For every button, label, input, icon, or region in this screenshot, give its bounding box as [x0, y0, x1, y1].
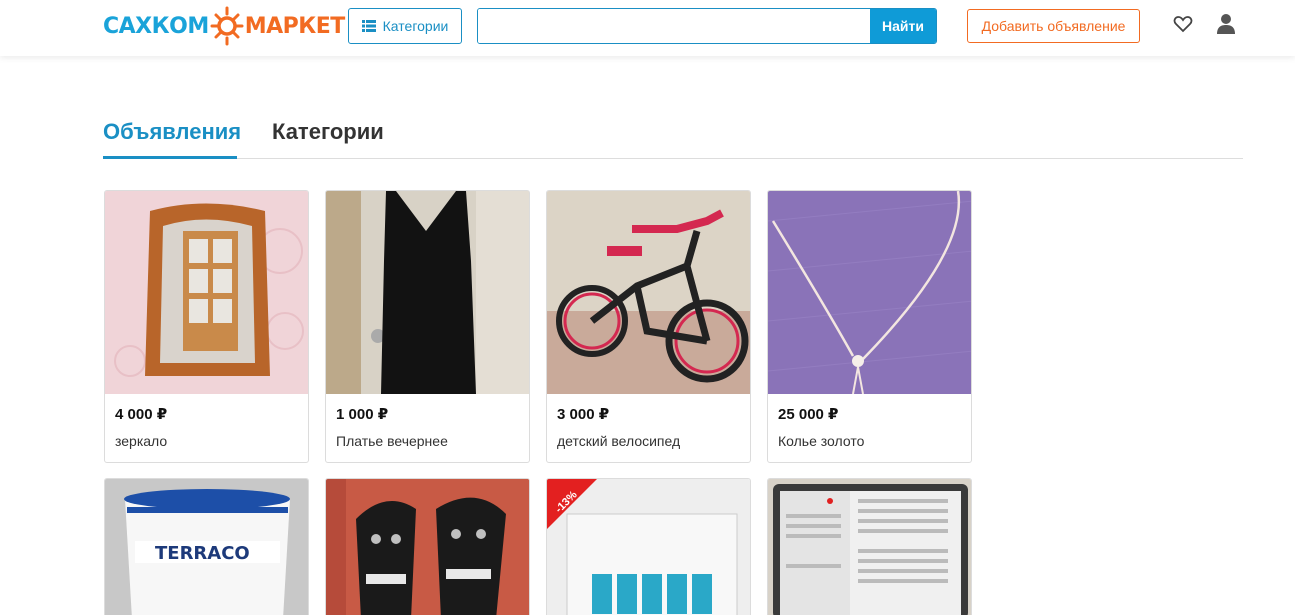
categories-button-label: Категории	[382, 18, 449, 34]
listing-card[interactable]: 1 000 ₽ Платье вечернее	[325, 190, 530, 463]
listing-image-container: -13%	[547, 479, 750, 615]
listing-image-mirror	[105, 191, 308, 394]
logo-text-left: САХКОМ	[103, 13, 209, 39]
content-tabs: Объявления Категории	[103, 112, 1243, 159]
listing-price: 4 000 ₽	[115, 406, 168, 423]
listing-title: Платье вечернее	[336, 433, 448, 449]
search-bar: Найти	[477, 8, 937, 44]
listing-image-dress	[326, 191, 529, 394]
listing-card[interactable]	[325, 478, 530, 615]
search-button[interactable]: Найти	[870, 9, 936, 43]
listing-title: Колье золото	[778, 433, 865, 449]
listing-card[interactable]: 4 000 ₽ зеркало	[104, 190, 309, 463]
site-logo[interactable]: САХКОМ МАРКЕТ	[103, 6, 345, 46]
listing-title: детский велосипед	[557, 433, 681, 449]
logo-sun-icon	[210, 6, 244, 46]
user-icon[interactable]	[1216, 13, 1236, 35]
listing-card[interactable]: 3 000 ₽ детский велосипед	[546, 190, 751, 463]
add-listing-button[interactable]: Добавить объявление	[967, 9, 1140, 43]
list-icon	[361, 20, 376, 32]
listing-image-sandals	[326, 479, 529, 615]
listing-image-bicycle	[547, 191, 750, 394]
listing-image-paint-bucket: TERRACO	[105, 479, 308, 615]
logo-text-right: МАРКЕТ	[244, 13, 346, 39]
listing-price: 3 000 ₽	[557, 406, 610, 423]
heart-icon[interactable]	[1173, 14, 1193, 34]
listing-card[interactable]: TERRACO	[104, 478, 309, 615]
listing-image-necklace	[768, 191, 971, 394]
listing-price: 1 000 ₽	[336, 406, 389, 423]
site-header: САХКОМ МАРКЕТ Категории Найти Добавить о…	[0, 0, 1295, 56]
listing-card[interactable]	[767, 478, 972, 615]
tab-categories[interactable]: Категории	[272, 112, 384, 159]
categories-button[interactable]: Категории	[348, 8, 462, 44]
tab-listings[interactable]: Объявления	[103, 112, 241, 159]
search-input[interactable]	[478, 9, 870, 43]
listing-image-tablet	[768, 479, 971, 615]
listing-price: 25 000 ₽	[778, 406, 839, 423]
listing-card[interactable]: 25 000 ₽ Колье золото	[767, 190, 972, 463]
bucket-label: TERRACO	[155, 543, 250, 564]
listing-title: зеркало	[115, 433, 168, 449]
listing-card[interactable]: -13%	[546, 478, 751, 615]
